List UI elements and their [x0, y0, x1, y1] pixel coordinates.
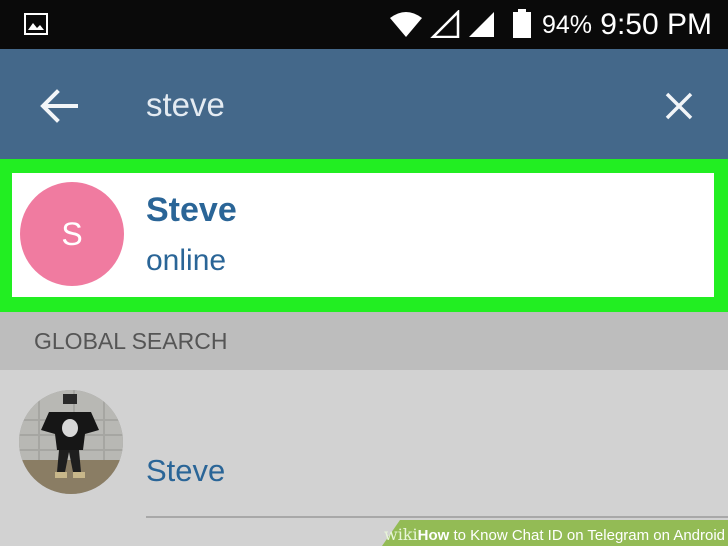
watermark-brand: wiki [384, 525, 418, 544]
watermark-text: wikiHow to Know Chat ID on Telegram on A… [384, 526, 725, 545]
watermark-title: to Know Chat ID on Telegram on Android [449, 527, 726, 544]
section-header-label: GLOBAL SEARCH [34, 328, 228, 354]
avatar: S [20, 182, 124, 286]
signal-icon [469, 12, 494, 37]
contact-name: Steve [146, 191, 237, 229]
user-photo-avatar [19, 390, 123, 494]
clock: 9:50 PM [600, 8, 712, 41]
global-result-name: Steve [146, 453, 226, 488]
battery-icon [513, 9, 531, 38]
gallery-icon [24, 13, 48, 35]
arrow-left-icon[interactable] [40, 89, 78, 123]
wifi-icon [390, 12, 422, 37]
divider [146, 516, 728, 518]
battery-percent: 94% [542, 11, 593, 39]
contact-status: online [146, 244, 227, 277]
signal-empty-icon [430, 10, 460, 38]
status-bar: 94% 9:50 PM [0, 0, 728, 49]
watermark-how: How [417, 527, 450, 544]
section-header-global-search: GLOBAL SEARCH [0, 312, 728, 370]
search-input[interactable]: steve [146, 85, 225, 125]
close-icon[interactable] [664, 91, 694, 121]
search-toolbar: steve [0, 49, 728, 159]
